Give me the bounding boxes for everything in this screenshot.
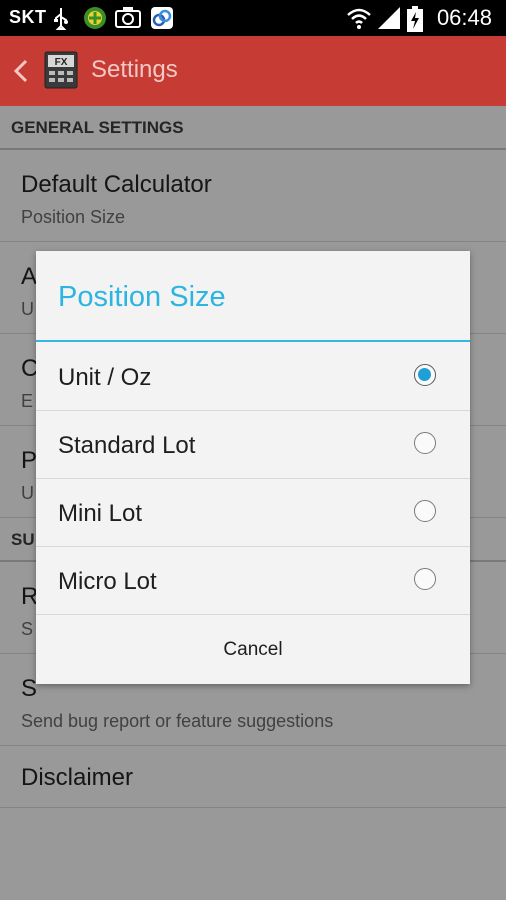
wifi-icon	[346, 6, 372, 35]
option-label: Micro Lot	[58, 568, 157, 595]
option-label: Unit / Oz	[58, 364, 152, 391]
dialog-title: Position Size	[58, 281, 226, 313]
dialog-title-divider	[36, 340, 470, 342]
battery-charging-icon	[407, 6, 423, 37]
svg-text:FX: FX	[55, 57, 68, 68]
signal-icon	[377, 6, 401, 35]
action-bar-title: Settings	[91, 56, 178, 83]
option-mini-lot[interactable]: Mini Lot	[36, 479, 470, 547]
radio-dot	[418, 368, 431, 381]
radio-button[interactable]	[414, 568, 436, 590]
fx-calculator-app-icon[interactable]: FX	[44, 51, 78, 89]
clock: 06:48	[436, 5, 492, 30]
option-unit-oz[interactable]: Unit / Oz	[36, 343, 470, 411]
cancel-button[interactable]: Cancel	[36, 616, 470, 684]
option-label: Mini Lot	[58, 500, 143, 527]
position-size-dialog: Position Size Unit / Oz Standard Lot Min…	[36, 251, 470, 684]
radio-button[interactable]	[414, 432, 436, 454]
back-arrow-icon[interactable]	[12, 58, 30, 89]
radio-button[interactable]	[414, 500, 436, 522]
app-icon	[83, 6, 107, 35]
carrier-label: SKT	[9, 7, 47, 27]
screenshot-app-icon	[150, 6, 174, 35]
option-standard-lot[interactable]: Standard Lot	[36, 411, 470, 479]
camera-icon	[115, 6, 141, 33]
status-bar: SKT 06:48	[0, 0, 506, 36]
action-bar: FX Settings	[0, 36, 506, 106]
usb-icon	[52, 6, 70, 35]
radio-button-selected[interactable]	[414, 364, 436, 386]
option-micro-lot[interactable]: Micro Lot	[36, 547, 470, 615]
option-label: Standard Lot	[58, 432, 196, 459]
